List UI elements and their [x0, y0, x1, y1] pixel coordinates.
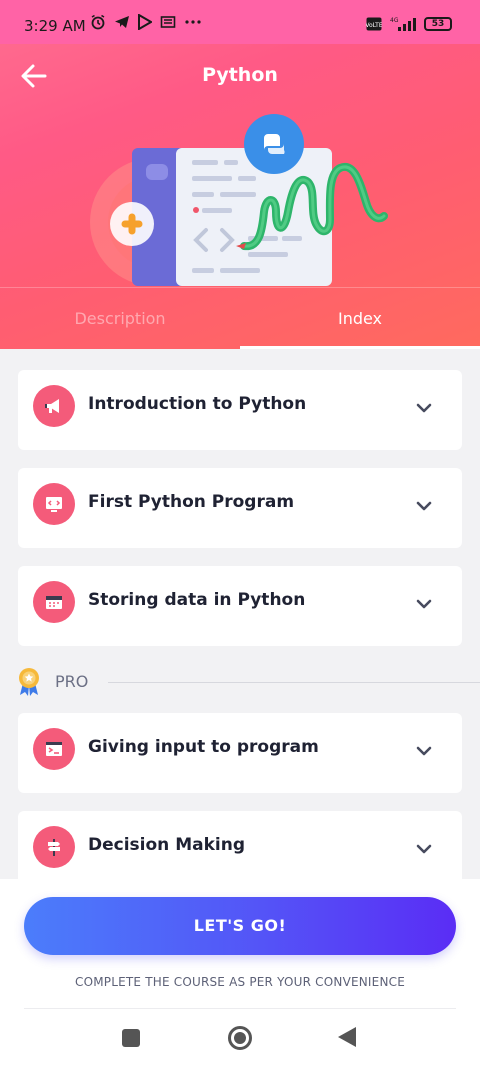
svg-text:VoLTE: VoLTE [366, 22, 382, 29]
news-icon [160, 16, 176, 28]
tab-index[interactable]: Index [240, 288, 480, 350]
recents-nav-button[interactable] [122, 1029, 140, 1047]
lesson-card[interactable]: Introduction to Python [18, 370, 462, 450]
chevron-down-icon[interactable] [416, 745, 432, 757]
notification-icons [90, 14, 202, 30]
pro-section-header: PRO [18, 667, 480, 699]
calendar-icon [33, 581, 75, 623]
status-right: VoLTE 4G 53 [366, 16, 452, 32]
signal-icon: 4G [390, 17, 416, 31]
tab-description[interactable]: Description [0, 288, 240, 350]
network-type: 4G [390, 17, 399, 24]
play-store-icon [138, 14, 152, 30]
battery-indicator: 53 [424, 17, 452, 31]
footer-divider [24, 1008, 456, 1009]
lesson-index-list[interactable]: Introduction to Python First Python Prog… [0, 349, 480, 879]
bottom-panel: LET'S GO! COMPLETE THE COURSE AS PER YOU… [0, 879, 480, 1067]
lesson-card[interactable]: First Python Program [18, 468, 462, 548]
chevron-down-icon[interactable] [416, 402, 432, 414]
lesson-card[interactable]: Storing data in Python [18, 566, 462, 646]
cta-subtitle: COMPLETE THE COURSE AS PER YOUR CONVENIE… [74, 975, 405, 989]
status-time: 3:29 AM [24, 17, 86, 35]
more-notifications-icon [185, 20, 201, 24]
lesson-card[interactable]: Giving input to program [18, 713, 462, 793]
volte-icon: VoLTE [366, 17, 382, 31]
lesson-title: Introduction to Python [88, 394, 307, 414]
home-nav-button[interactable] [228, 1026, 252, 1050]
lets-go-button[interactable]: LET'S GO! [24, 897, 456, 955]
code-screen-icon [33, 483, 75, 525]
pro-label: PRO [55, 672, 89, 691]
course-tabs: Description Index [0, 287, 480, 349]
pro-divider [108, 682, 480, 683]
megaphone-icon [33, 385, 75, 427]
telegram-icon [115, 16, 129, 28]
terminal-icon [33, 728, 75, 770]
back-nav-button[interactable] [338, 1027, 356, 1047]
hero-header: 3:29 AM VoLTE 4G 53 Python Description I… [0, 0, 480, 349]
chevron-down-icon[interactable] [416, 500, 432, 512]
python-course-illustration [90, 114, 388, 286]
award-badge-icon [19, 668, 39, 696]
lesson-title: Giving input to program [88, 737, 319, 757]
lesson-title: Storing data in Python [88, 590, 306, 610]
lesson-title: Decision Making [88, 835, 245, 855]
chevron-down-icon[interactable] [416, 843, 432, 855]
alarm-icon [91, 14, 105, 30]
chevron-down-icon[interactable] [416, 598, 432, 610]
signpost-icon [33, 826, 75, 868]
lesson-card[interactable]: Decision Making [18, 811, 462, 879]
status-bar: 3:29 AM VoLTE 4G 53 [0, 0, 480, 44]
page-title: Python [202, 64, 278, 86]
lesson-title: First Python Program [88, 492, 295, 512]
